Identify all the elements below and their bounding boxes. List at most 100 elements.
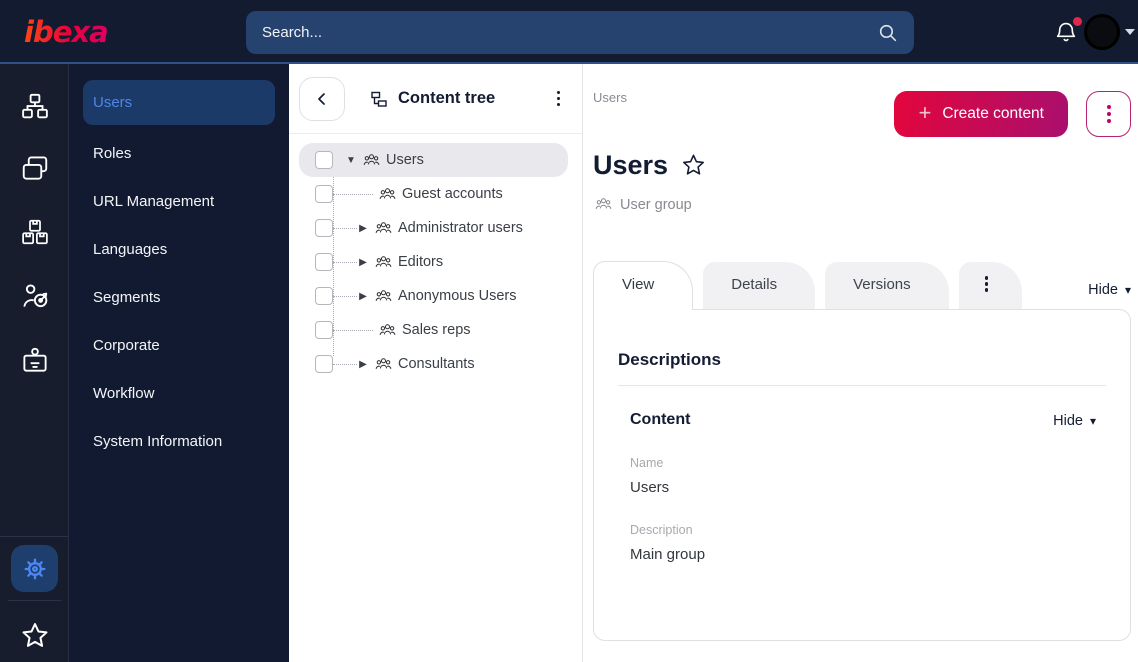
settings-button[interactable] [11, 545, 58, 592]
tree-item-label: Sales reps [402, 322, 471, 338]
ibexa-logo[interactable]: ibexa [22, 13, 134, 56]
sidebar-item-label: Languages [93, 240, 168, 258]
breadcrumb[interactable]: Users [593, 90, 627, 105]
tree-item-label: Anonymous Users [398, 288, 517, 304]
sidebar-item-system-information[interactable]: System Information [69, 417, 289, 465]
tree-item-anonymous-users[interactable]: ▶ Anonymous Users [299, 279, 568, 313]
tree-connector [333, 227, 357, 229]
logo-text: ibexa [24, 15, 108, 49]
user-avatar[interactable] [1084, 14, 1120, 50]
content-group-header: Content Hide ▾ [630, 411, 1096, 429]
tab-view[interactable]: View [593, 261, 694, 310]
create-content-label: Create content [942, 105, 1044, 122]
tab-details[interactable]: Details [703, 262, 816, 310]
sidebar-item-segments[interactable]: Segments [69, 273, 289, 321]
tree-item-checkbox[interactable] [315, 219, 333, 237]
sidebar-item-url-management[interactable]: URL Management [69, 177, 289, 225]
sidebar-item-label: Users [93, 94, 133, 111]
rail-divider [0, 536, 69, 537]
content-structure-icon[interactable] [0, 86, 69, 126]
admin-sidebar: Users Roles URL Management Languages Seg… [69, 64, 289, 662]
content-tree-icon [371, 91, 387, 107]
content-type-row: User group [595, 196, 692, 213]
tree-item-checkbox[interactable] [315, 253, 333, 271]
bookmarks-star-icon[interactable] [0, 616, 69, 656]
user-group-icon [363, 153, 380, 165]
user-group-icon [375, 357, 392, 369]
tab-versions[interactable]: Versions [825, 262, 949, 310]
notifications-button[interactable] [1053, 17, 1082, 47]
sidebar-item-label: URL Management [93, 192, 215, 210]
content-tree-header: Content tree [289, 64, 582, 134]
sidebar-item-workflow[interactable]: Workflow [69, 369, 289, 417]
field-label: Name [630, 456, 664, 470]
section-divider [618, 385, 1106, 386]
products-icon[interactable] [0, 212, 69, 252]
sidebar-item-languages[interactable]: Languages [69, 225, 289, 273]
tree-item-label: Users [386, 152, 424, 168]
tree-connector [333, 329, 373, 331]
user-group-icon [595, 198, 612, 210]
tree-item-users[interactable]: ▼ Users [299, 143, 568, 177]
caret-down-icon: ▾ [1124, 283, 1131, 297]
sidebar-item-roles[interactable]: Roles [69, 129, 289, 177]
expand-arrow-icon[interactable]: ▶ [357, 257, 369, 268]
tree-item-editors[interactable]: ▶ Editors [299, 245, 568, 279]
field-name: Name Users [630, 456, 1130, 496]
icon-rail [0, 64, 69, 662]
tree-item-label: Guest accounts [402, 186, 503, 202]
search-input[interactable] [262, 24, 877, 41]
expand-arrow-icon[interactable]: ▶ [357, 359, 369, 370]
sidebar-item-label: Segments [93, 288, 161, 306]
tree-item-checkbox[interactable] [315, 321, 333, 339]
pages-icon[interactable] [0, 148, 69, 188]
page-options-menu-button[interactable] [1086, 91, 1131, 137]
tree-connector [333, 261, 357, 263]
tab-label: Details [731, 275, 778, 293]
tab-more-menu-button[interactable] [958, 262, 1023, 310]
personalization-icon[interactable] [0, 276, 69, 316]
field-description: Description Main group [630, 523, 1130, 563]
collapse-arrow-icon[interactable]: ▼ [345, 155, 357, 166]
hide-group-toggle[interactable]: Hide ▾ [1053, 413, 1096, 429]
tree-item-checkbox[interactable] [315, 151, 333, 169]
section-title: Descriptions [618, 350, 721, 369]
hide-label: Hide [1088, 282, 1118, 298]
admin-badge-icon[interactable] [0, 340, 69, 380]
content-tree: ▼ Users Guest accounts ▶ Administrator u… [289, 134, 582, 381]
tree-item-checkbox[interactable] [315, 287, 333, 305]
tree-item-checkbox[interactable] [315, 355, 333, 373]
rail-divider [8, 600, 61, 601]
tree-connector [333, 295, 357, 297]
tree-item-sales-reps[interactable]: Sales reps [299, 313, 568, 347]
sidebar-item-corporate[interactable]: Corporate [69, 321, 289, 369]
user-menu-caret-icon[interactable] [1125, 29, 1135, 35]
favorite-star-icon[interactable] [680, 152, 707, 179]
hide-tabs-toggle[interactable]: Hide ▾ [1088, 282, 1131, 298]
topbar: ibexa [0, 0, 1138, 64]
page-title: Users [593, 150, 669, 180]
gear-icon [24, 558, 45, 579]
field-value: Users [630, 479, 670, 496]
sidebar-item-label: Roles [93, 144, 132, 162]
sidebar-item-users[interactable]: Users [83, 80, 275, 125]
tree-connector [333, 363, 357, 365]
tree-item-administrator-users[interactable]: ▶ Administrator users [299, 211, 568, 245]
tree-item-label: Editors [398, 254, 444, 270]
main-content: Users + Create content Users User group … [583, 64, 1138, 662]
tree-item-guest-accounts[interactable]: Guest accounts [299, 177, 568, 211]
expand-arrow-icon[interactable]: ▶ [357, 291, 369, 302]
sidebar-item-label: Corporate [93, 336, 160, 354]
collapse-panel-button[interactable] [299, 76, 345, 121]
tree-item-label: Administrator users [398, 220, 523, 236]
expand-arrow-icon[interactable]: ▶ [357, 223, 369, 234]
search-icon[interactable] [877, 22, 898, 43]
caret-down-icon: ▾ [1089, 414, 1096, 428]
page-title-row: Users [593, 150, 707, 181]
create-content-button[interactable]: + Create content [894, 91, 1068, 137]
tree-item-checkbox[interactable] [315, 185, 333, 203]
tree-item-consultants[interactable]: ▶ Consultants [299, 347, 568, 381]
view-tab-panel: Descriptions Content Hide ▾ Name Users D… [593, 309, 1131, 641]
group-title: Content [630, 411, 691, 428]
tree-options-menu-button[interactable] [551, 85, 567, 113]
